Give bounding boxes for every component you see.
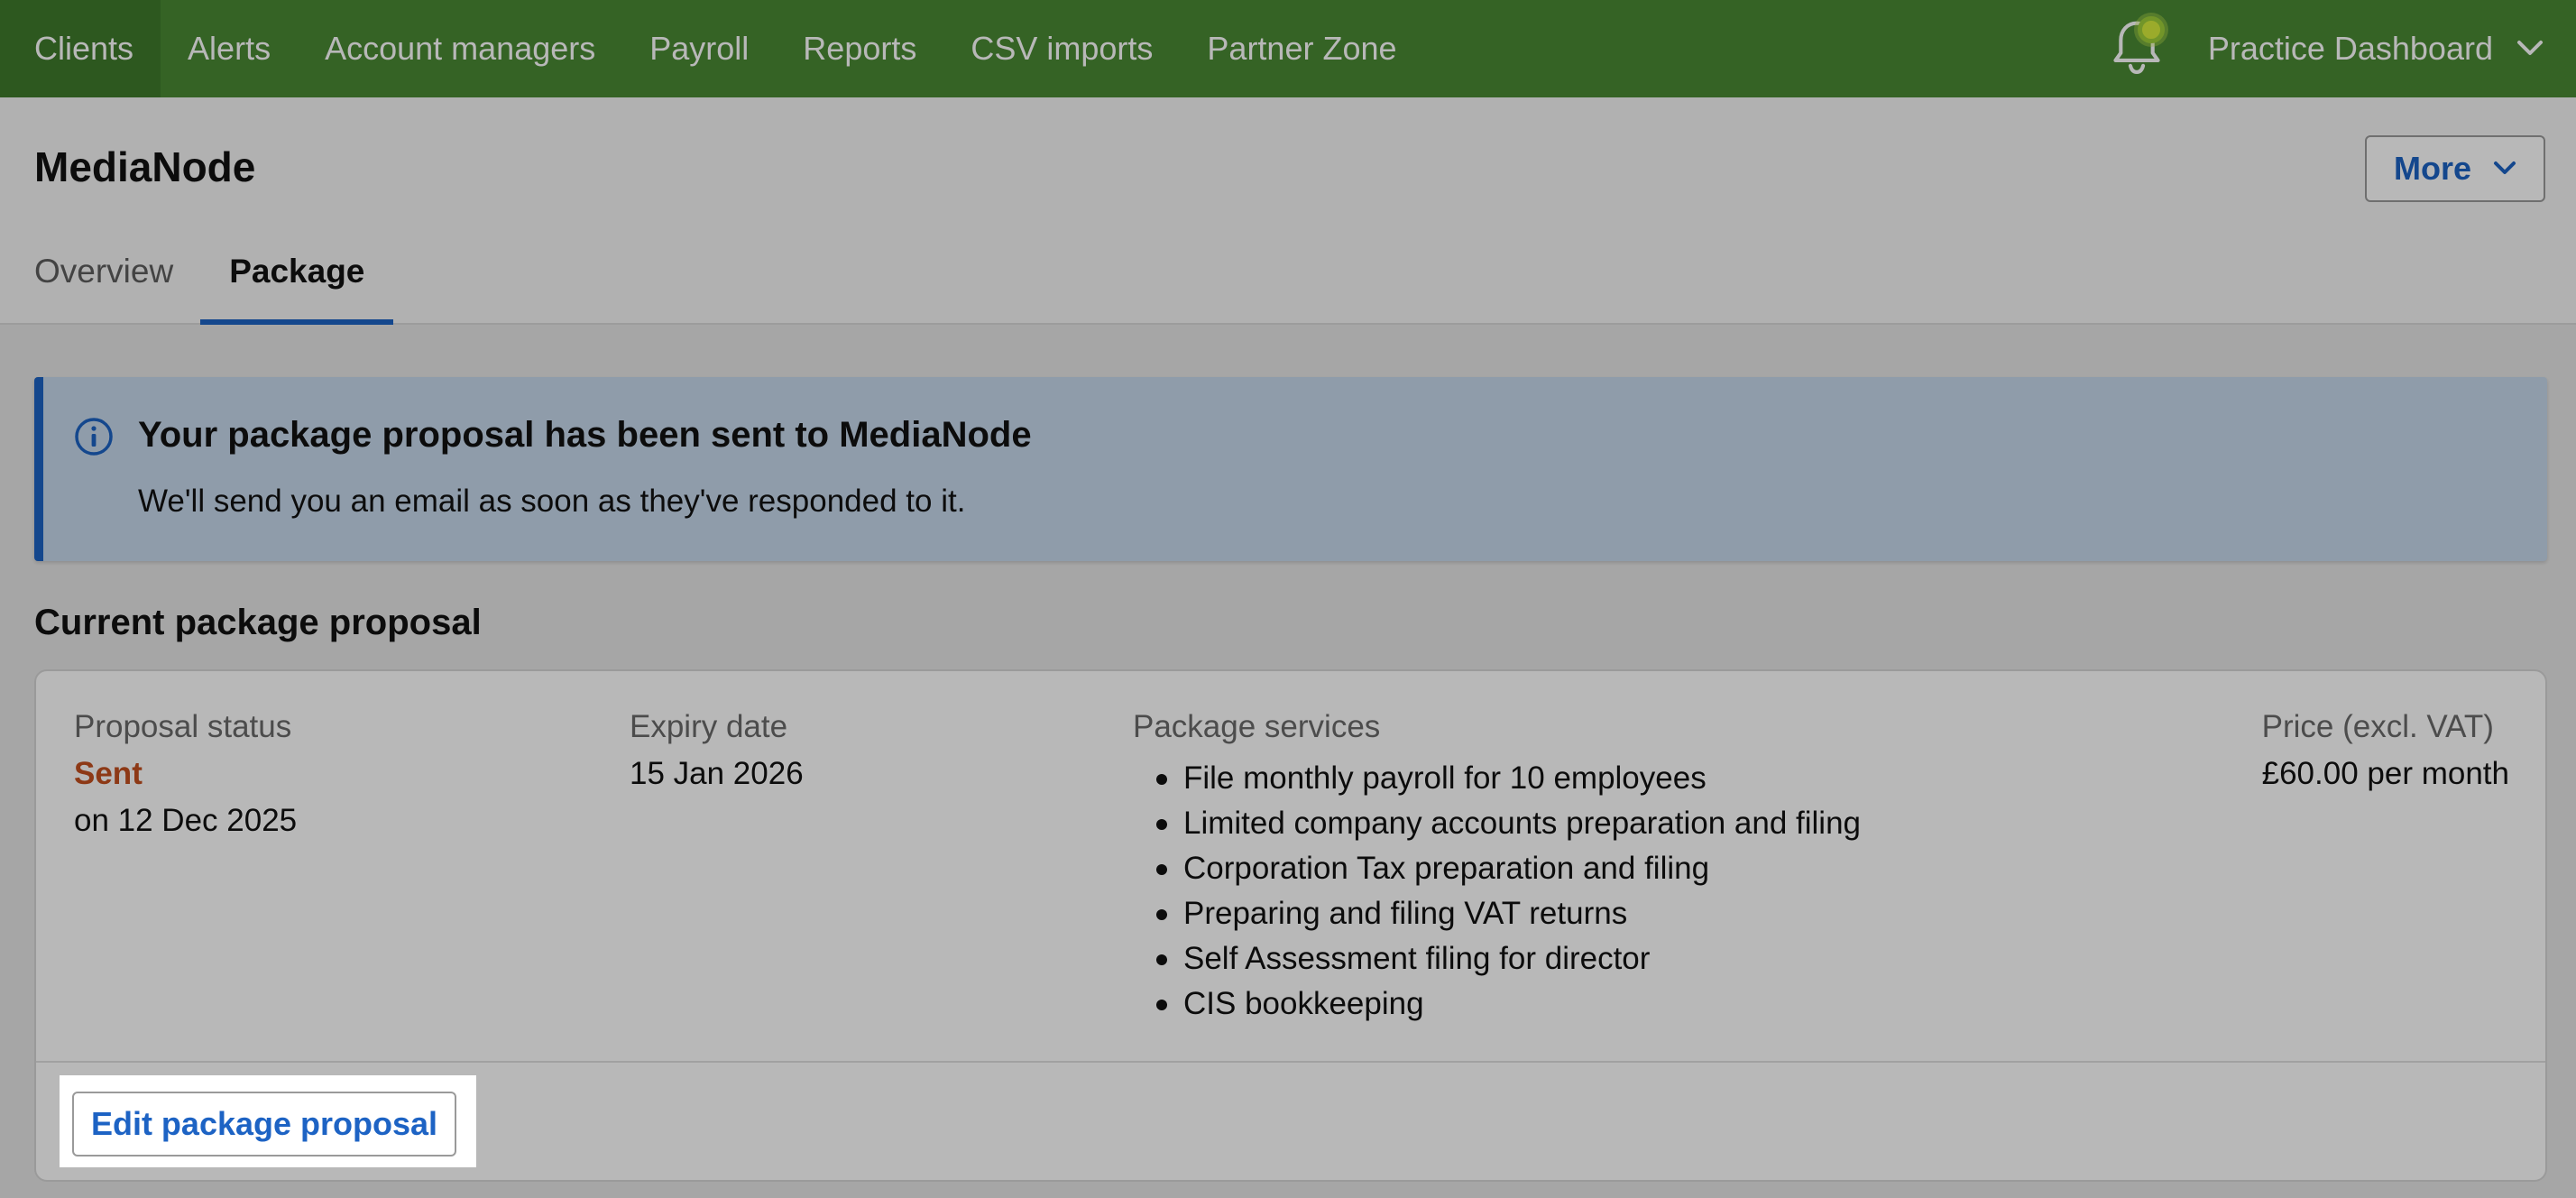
proposal-status-value: Sent bbox=[74, 756, 143, 791]
notification-dot bbox=[2137, 16, 2165, 43]
list-item: Limited company accounts preparation and… bbox=[1133, 801, 1861, 846]
more-button-label: More bbox=[2393, 150, 2471, 187]
section-title: Current package proposal bbox=[34, 603, 482, 642]
practice-dashboard-menu[interactable]: Practice Dashboard bbox=[2208, 30, 2544, 68]
nav-right: Practice Dashboard bbox=[2105, 0, 2576, 97]
nav-item-clients[interactable]: Clients bbox=[0, 0, 161, 97]
nav-item-partner-zone[interactable]: Partner Zone bbox=[1180, 0, 1423, 97]
package-services-label: Package services bbox=[1133, 709, 1381, 744]
more-button[interactable]: More bbox=[2365, 135, 2545, 202]
proposal-status-column: Proposal status Sent on 12 Dec 2025 bbox=[74, 709, 297, 839]
banner-text: We'll send you an email as soon as they'… bbox=[138, 484, 966, 519]
list-item: CIS bookkeeping bbox=[1133, 981, 1861, 1027]
price-value: £60.00 per month bbox=[2261, 756, 2509, 791]
package-services-column: Package services File monthly payroll fo… bbox=[1133, 709, 1861, 1027]
expiry-date-label: Expiry date bbox=[630, 709, 788, 744]
notifications-button[interactable] bbox=[2105, 13, 2168, 85]
info-icon bbox=[75, 418, 113, 456]
tab-package[interactable]: Package bbox=[200, 233, 394, 325]
nav-item-payroll[interactable]: Payroll bbox=[622, 0, 776, 97]
practice-dashboard-label: Practice Dashboard bbox=[2207, 30, 2493, 67]
price-label: Price (excl. VAT) bbox=[2261, 709, 2494, 744]
chevron-down-icon bbox=[2494, 161, 2516, 174]
nav-item-alerts[interactable]: Alerts bbox=[161, 0, 298, 97]
price-column: Price (excl. VAT) £60.00 per month bbox=[2262, 709, 2509, 792]
list-item: File monthly payroll for 10 employees bbox=[1133, 756, 1861, 801]
list-item: Self Assessment filing for director bbox=[1133, 936, 1861, 981]
expiry-date-value: 15 Jan 2026 bbox=[630, 756, 804, 791]
tab-overview[interactable]: Overview bbox=[34, 233, 173, 325]
nav-item-csv-imports[interactable]: CSV imports bbox=[943, 0, 1180, 97]
page-tabs: Overview Package bbox=[0, 233, 394, 325]
chevron-down-icon bbox=[2517, 41, 2543, 55]
nav-item-account-managers[interactable]: Account managers bbox=[298, 0, 622, 97]
proposal-status-date: on 12 Dec 2025 bbox=[74, 803, 298, 838]
info-banner: Your package proposal has been sent to M… bbox=[34, 377, 2547, 561]
page-title: MediaNode bbox=[34, 143, 256, 190]
card-divider bbox=[36, 1061, 2545, 1063]
package-services-list: File monthly payroll for 10 employees Li… bbox=[1133, 756, 1861, 1027]
list-item: Preparing and filing VAT returns bbox=[1133, 891, 1861, 936]
page-header: MediaNode More Overview Package bbox=[0, 97, 2576, 325]
banner-title: Your package proposal has been sent to M… bbox=[138, 415, 1032, 455]
list-item: Corporation Tax preparation and filing bbox=[1133, 846, 1861, 891]
proposal-status-label: Proposal status bbox=[74, 709, 292, 744]
edit-package-proposal-button[interactable]: Edit package proposal bbox=[72, 1092, 456, 1157]
edit-button-spotlight: Edit package proposal bbox=[60, 1075, 476, 1167]
expiry-date-column: Expiry date 15 Jan 2026 bbox=[630, 709, 804, 792]
top-navigation: Clients Alerts Account managers Payroll … bbox=[0, 0, 2576, 97]
nav-item-reports[interactable]: Reports bbox=[776, 0, 943, 97]
